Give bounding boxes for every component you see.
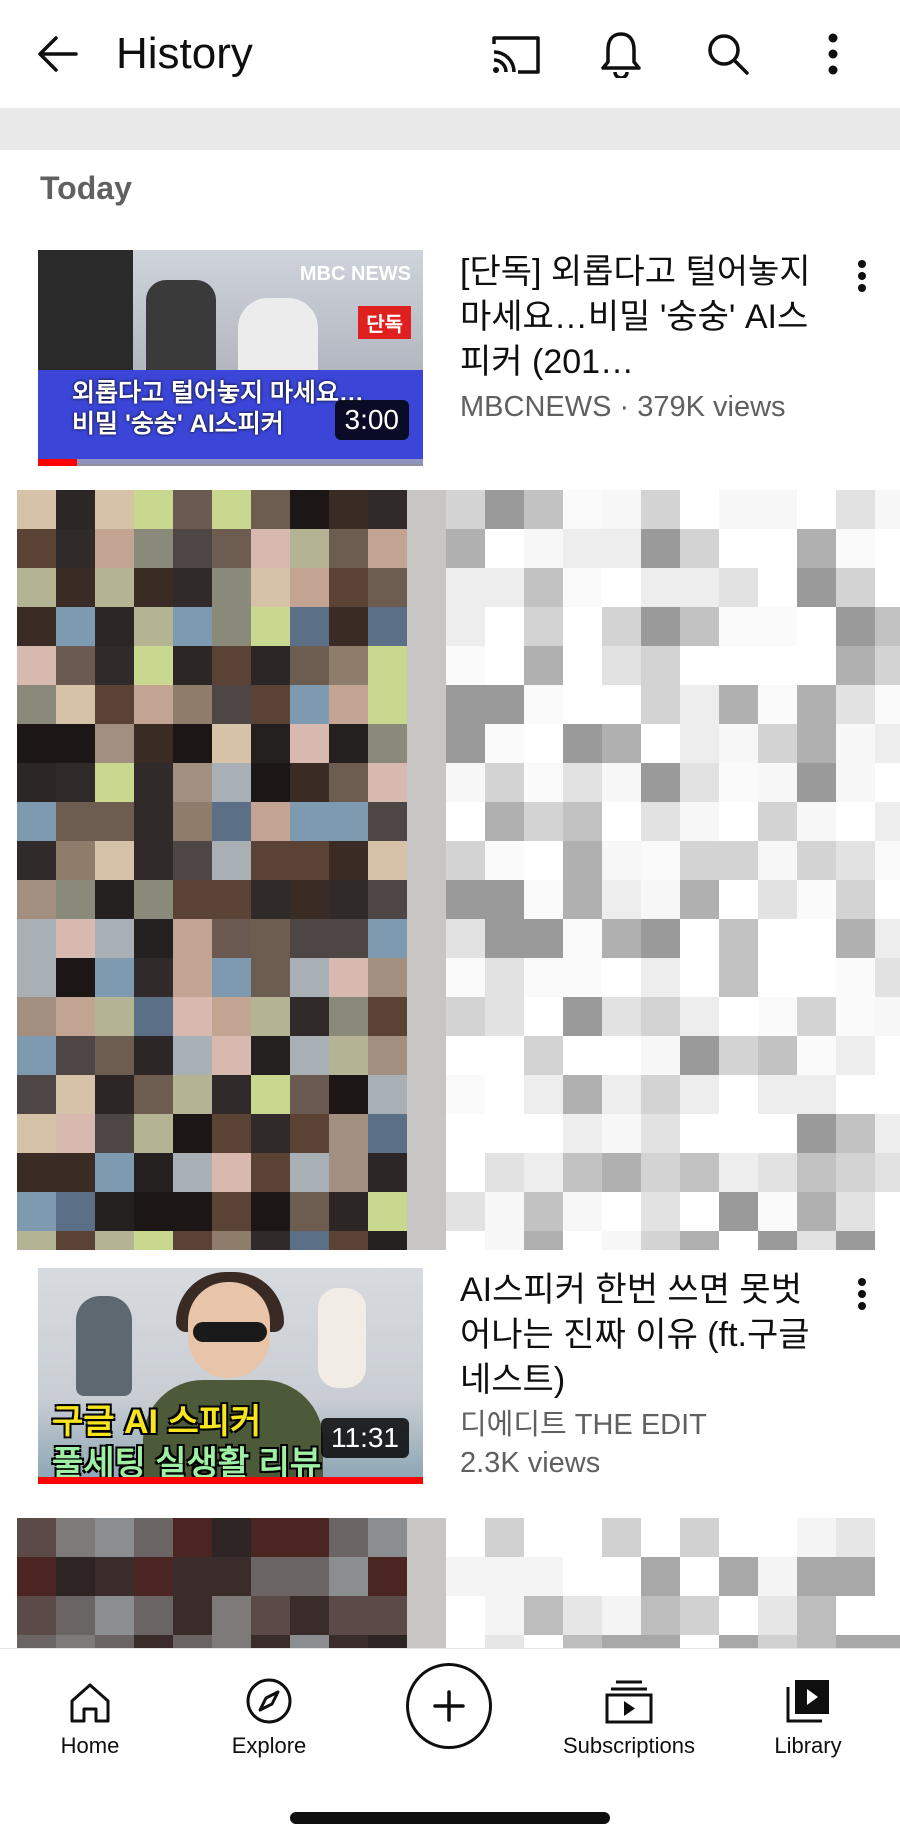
- more-vertical-icon: [858, 1278, 866, 1310]
- thumbnail-caption: 외롭다고 털어놓지 마세요… 비밀 '숭숭' AI스피커: [72, 379, 364, 438]
- filter-bar: [0, 108, 900, 150]
- search-button[interactable]: [700, 26, 756, 82]
- redacted-video-item: [0, 490, 900, 1250]
- nav-explore[interactable]: Explore: [189, 1667, 349, 1759]
- watch-progress-bar: [38, 1477, 423, 1484]
- home-icon: [70, 1683, 110, 1723]
- watch-progress-fill: [38, 1477, 423, 1484]
- cast-button[interactable]: [488, 26, 544, 82]
- nav-label: Library: [774, 1733, 842, 1758]
- history-video-item[interactable]: 구글 AI 스피커 풀세팅 실생활 리뷰 11:31 AI스피커 한번 쓰면 못…: [0, 1268, 900, 1488]
- create-button[interactable]: [406, 1663, 492, 1749]
- section-header: Today: [40, 170, 132, 206]
- notifications-button[interactable]: [593, 26, 649, 82]
- duration-badge: 3:00: [334, 400, 409, 440]
- page-title: History: [116, 29, 253, 78]
- nav-label: Home: [60, 1733, 120, 1758]
- library-icon: [786, 1680, 829, 1723]
- exclusive-badge: 단독: [358, 306, 411, 339]
- create-plus-icon: [433, 1690, 465, 1722]
- video-thumbnail[interactable]: MBC NEWS 단독 외롭다고 털어놓지 마세요… 비밀 '숭숭' AI스피커…: [38, 250, 423, 466]
- history-video-item[interactable]: MBC NEWS 단독 외롭다고 털어놓지 마세요… 비밀 '숭숭' AI스피커…: [0, 250, 900, 470]
- arrow-left-icon: [38, 36, 78, 72]
- home-indicator: [290, 1812, 610, 1824]
- redacted-video-item: [0, 1518, 900, 1648]
- video-title[interactable]: AI스피커 한번 쓰면 못벗어나는 진짜 이유 (ft.구글 네스트): [460, 1268, 820, 1403]
- more-options-button[interactable]: [805, 26, 861, 82]
- speaker-image: [76, 1296, 132, 1396]
- back-button[interactable]: [30, 26, 86, 82]
- bottom-navigation: Home Explore Subscriptions Library: [0, 1648, 900, 1768]
- video-more-button[interactable]: [844, 1270, 880, 1318]
- nav-subscriptions[interactable]: Subscriptions: [549, 1667, 709, 1759]
- top-app-bar: History: [0, 0, 900, 108]
- video-title[interactable]: [단독] 외롭다고 털어놓지 마세요…비밀 '숭숭' AI스피커 (201…: [460, 250, 820, 385]
- watch-progress-fill: [38, 459, 77, 466]
- cast-icon: [492, 36, 540, 74]
- video-channel-views: MBCNEWS · 379K views: [460, 391, 786, 423]
- duration-badge: 11:31: [321, 1418, 409, 1458]
- video-more-button[interactable]: [844, 252, 880, 300]
- more-vertical-icon: [858, 260, 866, 292]
- more-vertical-icon: [828, 33, 838, 75]
- bell-icon: [601, 32, 641, 78]
- search-icon: [708, 34, 749, 75]
- video-views: 2.3K views: [460, 1447, 601, 1479]
- nav-label: Explore: [231, 1733, 307, 1758]
- nav-label: Subscriptions: [562, 1733, 696, 1758]
- video-channel: 디에디트 THE EDIT: [460, 1409, 707, 1441]
- compass-icon: [246, 1678, 292, 1724]
- watch-progress-bar: [38, 459, 423, 466]
- nav-library[interactable]: Library: [728, 1667, 888, 1759]
- nav-home[interactable]: Home: [10, 1667, 170, 1759]
- video-thumbnail[interactable]: 구글 AI 스피커 풀세팅 실생활 리뷰 11:31: [38, 1268, 423, 1484]
- channel-logo: MBC NEWS: [299, 263, 411, 285]
- subscriptions-icon: [605, 1680, 653, 1724]
